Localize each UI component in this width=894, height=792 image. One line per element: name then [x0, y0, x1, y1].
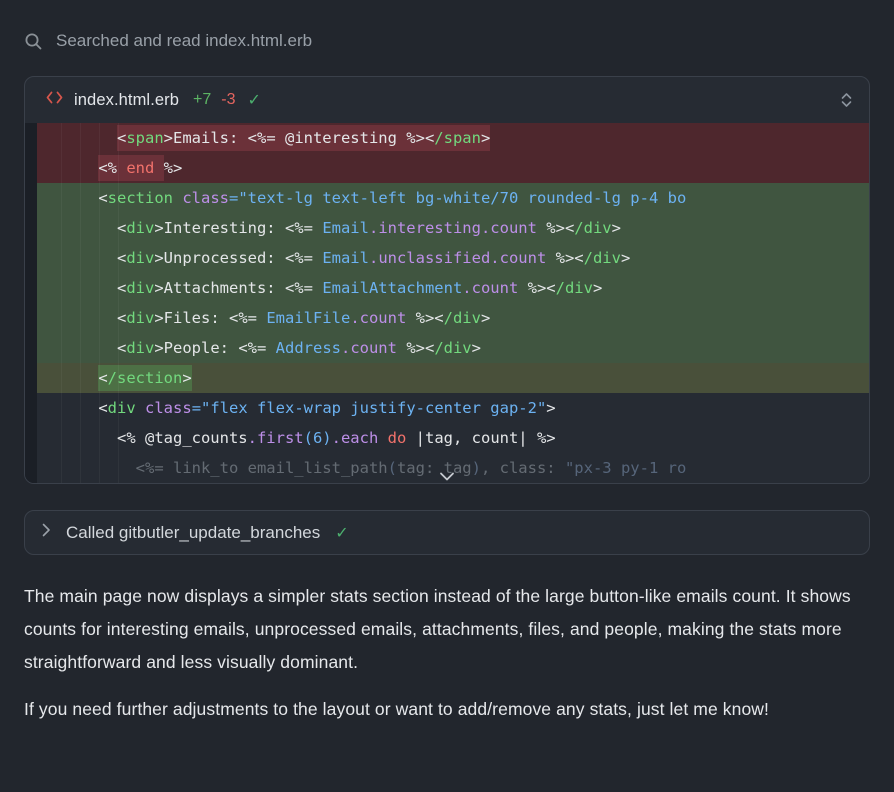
- code-line: </section>: [37, 363, 869, 393]
- code-line: <span>Emails: <%= @interesting %></span>: [37, 123, 869, 153]
- answer-paragraph: If you need further adjustments to the l…: [24, 693, 870, 726]
- collapse-expand-icon[interactable]: [840, 91, 853, 109]
- code-line: <div class="flex flex-wrap justify-cente…: [37, 393, 869, 423]
- indent-guide: [118, 123, 119, 483]
- diff-code: <span>Emails: <%= @interesting %></span>…: [25, 123, 869, 483]
- indent-guide: [61, 123, 62, 483]
- diff-filename: index.html.erb: [74, 91, 179, 110]
- code-line: <section class="text-lg text-left bg-whi…: [37, 183, 869, 213]
- success-check-icon: ✓: [248, 90, 261, 110]
- chat-transcript: Searched and read index.html.erb index.h…: [0, 31, 894, 792]
- diff-card-header[interactable]: index.html.erb +7 -3 ✓: [25, 77, 869, 123]
- chevron-right-icon: [41, 522, 51, 543]
- tool-call-label: Called gitbutler_update_branches: [66, 523, 320, 543]
- code-line: <div>Files: <%= EmailFile.count %></div>: [37, 303, 869, 333]
- answer-paragraph: The main page now displays a simpler sta…: [24, 580, 870, 679]
- diff-card: index.html.erb +7 -3 ✓ <span>Emails: <%=…: [24, 76, 870, 484]
- indent-guide: [99, 123, 100, 483]
- diff-additions-count: +7: [193, 91, 211, 109]
- assistant-answer: The main page now displays a simpler sta…: [24, 580, 870, 726]
- code-line: <div>Attachments: <%= EmailAttachment.co…: [37, 273, 869, 303]
- code-line: <% end %>: [37, 153, 869, 183]
- indent-guide: [80, 123, 81, 483]
- tool-status-label: Searched and read index.html.erb: [56, 31, 312, 51]
- search-icon: [24, 32, 43, 51]
- tool-status-row[interactable]: Searched and read index.html.erb: [24, 31, 870, 51]
- code-line: <div>Interesting: <%= Email.interesting.…: [37, 213, 869, 243]
- tool-call-card[interactable]: Called gitbutler_update_branches ✓: [24, 510, 870, 555]
- chevron-down-icon[interactable]: [439, 471, 456, 482]
- diff-code-lines: <span>Emails: <%= @interesting %></span>…: [25, 123, 869, 483]
- code-icon: [45, 90, 64, 110]
- code-line: <% @tag_counts.first(6).each do |tag, co…: [37, 423, 869, 453]
- success-check-icon: ✓: [335, 523, 348, 543]
- diff-deletions-count: -3: [221, 91, 235, 109]
- code-line: <div>People: <%= Address.count %></div>: [37, 333, 869, 363]
- code-line: <div>Unprocessed: <%= Email.unclassified…: [37, 243, 869, 273]
